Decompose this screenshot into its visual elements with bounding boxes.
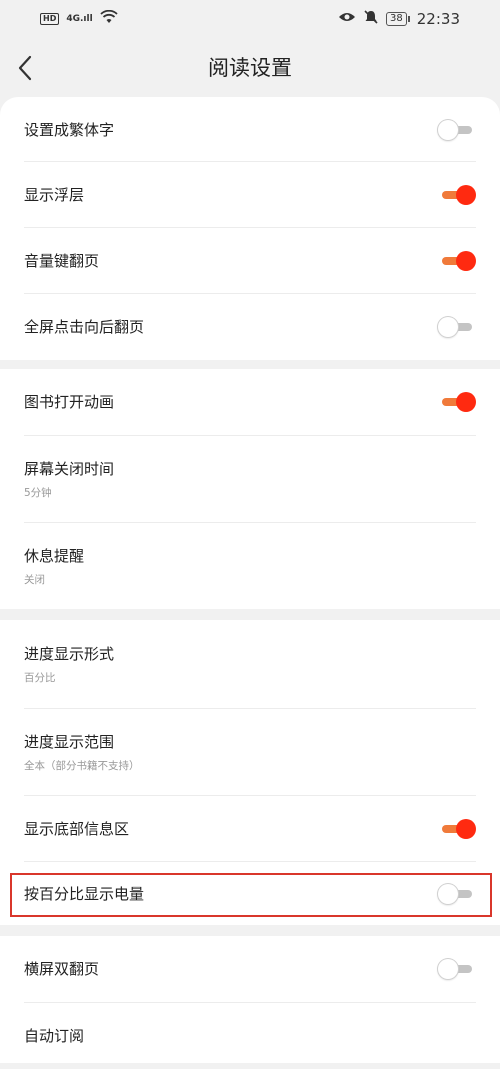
setting-bottom-info-area[interactable]: 显示底部信息区: [24, 795, 476, 862]
setting-label: 自动订阅: [24, 1027, 85, 1045]
setting-value: 百分比: [24, 671, 56, 684]
setting-label: 全屏点击向后翻页: [24, 318, 145, 336]
setting-traditional-chinese[interactable]: 设置成繁体字: [24, 117, 476, 143]
hd-icon: HD: [40, 13, 60, 25]
setting-show-overlay[interactable]: 显示浮层: [24, 161, 476, 228]
clock: 22:33: [416, 10, 460, 28]
network-type: 4G: [66, 14, 80, 24]
status-bar: HD 4G.ıll 38 22:33: [0, 0, 500, 38]
toggle-switch[interactable]: [438, 248, 476, 274]
battery-icon: 38: [386, 12, 410, 26]
setting-value: 全本（部分书籍不支持）: [24, 760, 140, 772]
page-title: 阅读设置: [208, 56, 292, 80]
settings-section-2: 图书打开动画 屏幕关闭时间 5分钟 休息提醒 关闭: [0, 369, 500, 609]
setting-label: 进度显示范围: [24, 733, 115, 751]
settings-section-4: 横屏双翻页 自动订阅: [0, 936, 500, 1063]
setting-fullscreen-tap-forward[interactable]: 全屏点击向后翻页: [24, 293, 476, 360]
setting-label: 横屏双翻页: [24, 960, 100, 978]
wifi-icon: [100, 9, 118, 28]
setting-label: 显示浮层: [24, 186, 85, 204]
mute-icon: [363, 9, 379, 29]
signal-icon: 4G.ıll: [66, 14, 93, 24]
setting-label: 显示底部信息区: [24, 820, 130, 838]
setting-volume-key-turn[interactable]: 音量键翻页: [24, 227, 476, 294]
setting-screen-timeout[interactable]: 屏幕关闭时间 5分钟: [24, 435, 476, 523]
setting-progress-range[interactable]: 进度显示范围 全本（部分书籍不支持）: [24, 708, 476, 796]
setting-rest-reminder[interactable]: 休息提醒 关闭: [24, 522, 476, 610]
title-bar: 阅读设置: [0, 38, 500, 98]
battery-level: 38: [386, 12, 407, 26]
toggle-switch[interactable]: [438, 117, 474, 143]
setting-landscape-double-page[interactable]: 横屏双翻页: [24, 936, 476, 1002]
status-right: 38 22:33: [338, 9, 460, 29]
toggle-switch[interactable]: [438, 389, 476, 415]
highlight-annotation: [10, 873, 492, 917]
setting-label: 设置成繁体字: [24, 121, 115, 139]
settings-section-1: 设置成繁体字 显示浮层 音量键翻页 全屏点击向后翻页: [0, 97, 500, 360]
setting-label: 图书打开动画: [24, 393, 115, 411]
status-left: HD 4G.ıll: [40, 9, 118, 28]
setting-book-open-animation[interactable]: 图书打开动画: [24, 369, 476, 435]
setting-progress-format[interactable]: 进度显示形式 百分比: [24, 620, 476, 708]
setting-label: 进度显示形式: [24, 644, 115, 663]
setting-label: 屏幕关闭时间: [24, 460, 115, 478]
toggle-switch[interactable]: [438, 314, 474, 340]
setting-label: 休息提醒: [24, 547, 85, 565]
setting-auto-subscribe[interactable]: 自动订阅: [24, 1002, 476, 1069]
setting-value: 5分钟: [24, 487, 52, 499]
toggle-switch[interactable]: [438, 956, 474, 982]
toggle-switch[interactable]: [438, 182, 476, 208]
setting-label: 音量键翻页: [24, 252, 100, 270]
toggle-switch[interactable]: [438, 816, 476, 842]
setting-value: 关闭: [24, 574, 45, 586]
eye-icon: [338, 11, 356, 27]
